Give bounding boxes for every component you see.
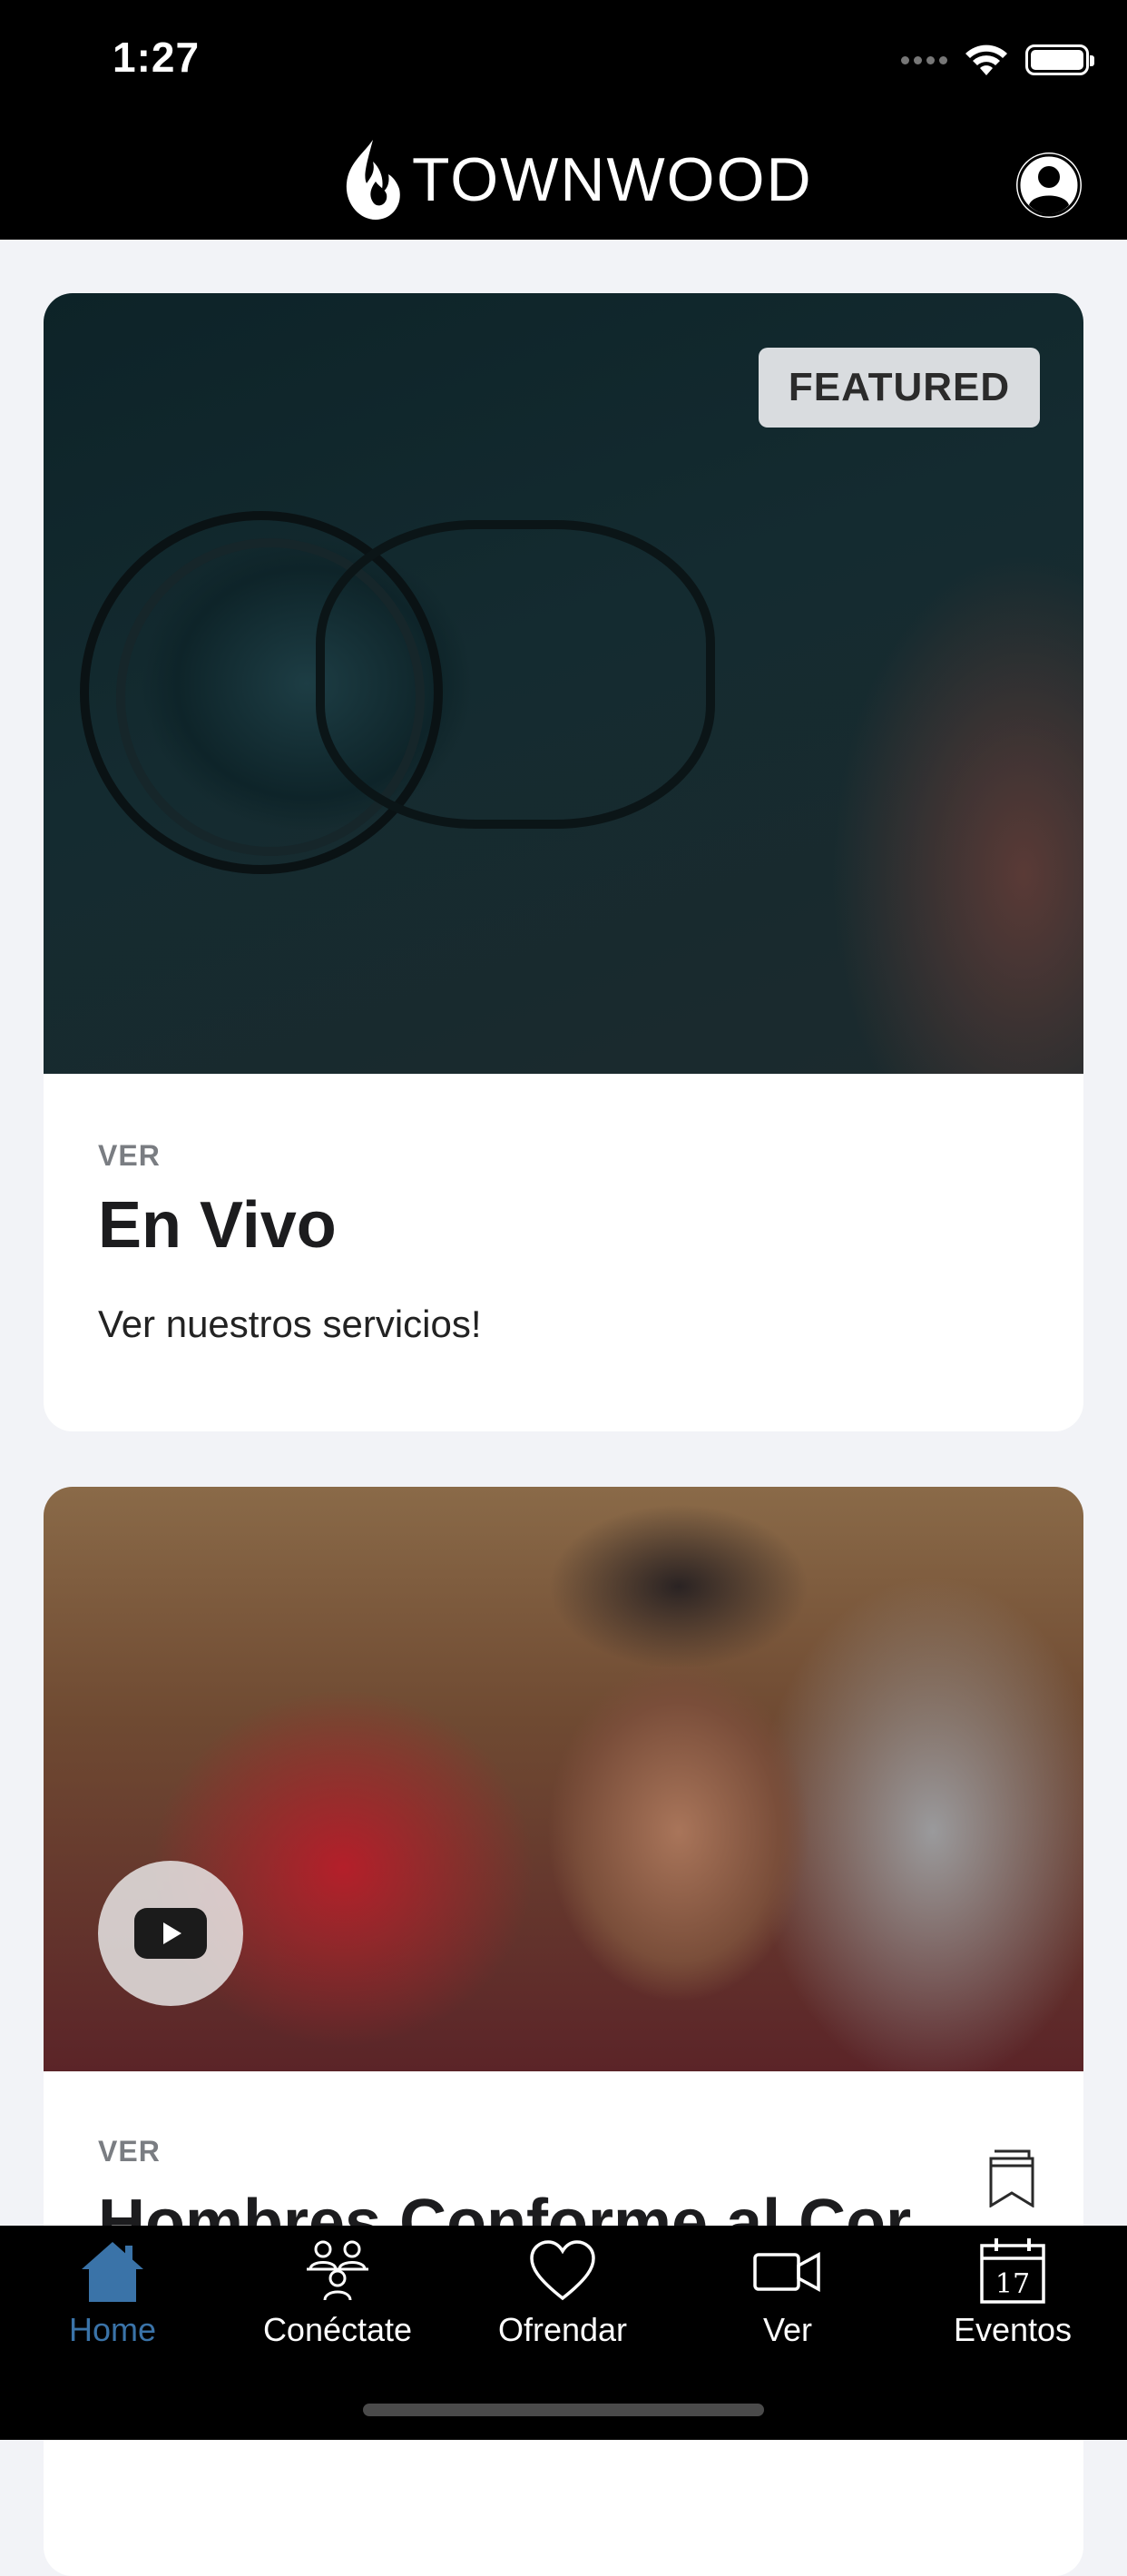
card-title: En Vivo <box>98 1189 337 1262</box>
tab-label: Conéctate <box>262 2311 413 2348</box>
featured-badge: FEATURED <box>759 348 1040 428</box>
bookmark-icon[interactable] <box>987 2148 1036 2207</box>
video-camera-icon <box>753 2252 820 2292</box>
tab-label: Eventos <box>953 2311 1073 2348</box>
home-icon <box>82 2242 143 2302</box>
play-button[interactable] <box>98 1861 243 2006</box>
status-time: 1:27 <box>113 34 201 81</box>
flame-logo-icon <box>346 140 400 220</box>
featured-card[interactable]: FEATURED VER En Vivo Ver nuestros servic… <box>44 293 1083 1431</box>
tab-conectate[interactable]: Conéctate <box>225 2237 450 2349</box>
people-icon <box>307 2240 368 2301</box>
logo-wordmark: TOWNWOOD <box>412 145 813 214</box>
worship-image <box>44 1487 1083 2071</box>
calendar-day: 17 <box>995 2268 1030 2300</box>
card-description: Ver nuestros servicios! <box>98 1303 482 1345</box>
tab-label: Home <box>68 2311 157 2348</box>
tab-home[interactable]: Home <box>0 2237 225 2349</box>
townwood-logo: TOWNWOOD <box>339 134 813 225</box>
home-indicator <box>363 2404 764 2416</box>
camera-lens-image: FEATURED <box>44 293 1083 1074</box>
tab-eventos[interactable]: 17 Eventos <box>900 2237 1125 2349</box>
tab-label: Ver <box>762 2311 813 2348</box>
profile-icon[interactable] <box>1016 152 1082 218</box>
card-eyebrow: VER <box>98 2135 161 2168</box>
tab-ofrendar[interactable]: Ofrendar <box>450 2237 675 2349</box>
cellular-signal-icon <box>901 55 947 64</box>
status-icons <box>901 40 1094 80</box>
battery-icon <box>1025 44 1094 75</box>
card-eyebrow: VER <box>98 1139 161 1172</box>
heart-icon <box>530 2240 595 2301</box>
tab-label: Ofrendar <box>497 2311 628 2348</box>
calendar-icon: 17 <box>980 2238 1045 2304</box>
play-icon <box>134 1908 207 1959</box>
app-header: 1:27 TOWNWOOD <box>0 0 1127 240</box>
wifi-icon <box>965 44 1007 75</box>
tab-ver[interactable]: Ver <box>675 2237 900 2349</box>
